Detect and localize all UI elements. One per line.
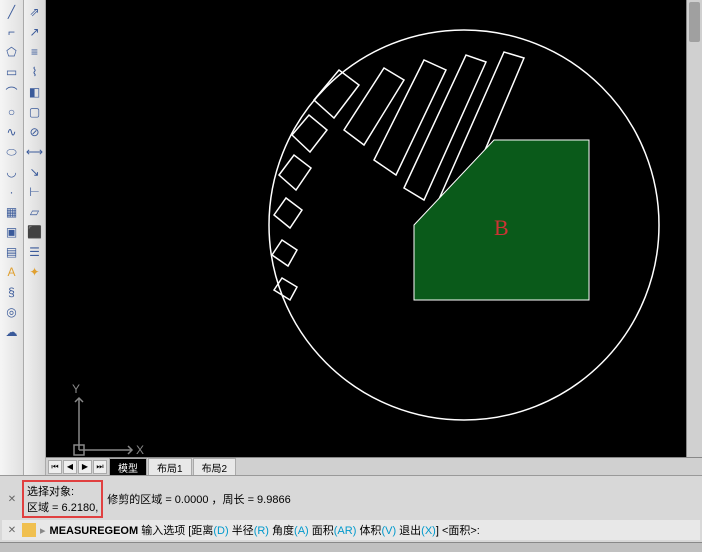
helix-tool-icon[interactable]: § xyxy=(3,283,21,301)
close-cmdline-icon[interactable]: ✕ xyxy=(6,493,18,505)
point-tool-icon[interactable]: · xyxy=(3,183,21,201)
svg-text:Y: Y xyxy=(72,382,80,396)
perimeter-text: ，周长 = 9.9866 xyxy=(212,494,291,506)
arc-tool-icon[interactable]: ⌒ xyxy=(3,83,21,101)
multiline-tool-icon[interactable]: ≡ xyxy=(26,43,44,61)
draw-toolbar: ╱ ⌐ ⬠ ▭ ⌒ ○ ∿ ⬭ ◡ · ▦ ▣ ▤ A § ◎ ☁ xyxy=(0,0,24,475)
close-cmdinput-icon[interactable]: ✕ xyxy=(6,524,18,536)
spline-tool-icon[interactable]: ∿ xyxy=(3,123,21,141)
command-name: MEASUREGEOM xyxy=(50,525,139,537)
gradient-tool-icon[interactable]: ◧ xyxy=(26,83,44,101)
highlighted-result: 选择对象: 区域 = 6.2180, xyxy=(22,480,103,518)
command-input[interactable] xyxy=(480,524,696,536)
trim-region-text: 修剪的区域 = 0.0000 xyxy=(107,494,208,506)
tab-model[interactable]: 模型 xyxy=(109,458,147,476)
layout-tabs-bar: ⏮ ◀ ▶ ⏭ 模型 布局1 布局2 xyxy=(46,457,702,475)
region-value: 6.2180 xyxy=(62,502,96,514)
modify-toolbar: ⇗ ↗ ≡ ⌇ ◧ ▢ ⊘ ⟷ ↘ ⊢ ▱ ⬛ ☰ ✦ xyxy=(24,0,46,475)
command-input-line: ✕ ▸ MEASUREGEOM 输入选项 [距离(D) 半径(R) 角度(A) … xyxy=(2,520,700,540)
ellipse-arc-tool-icon[interactable]: ◡ xyxy=(3,163,21,181)
polyline-tool-icon[interactable]: ⌐ xyxy=(3,23,21,41)
table-tool-icon[interactable]: ▤ xyxy=(3,243,21,261)
distance-tool-icon[interactable]: ⊢ xyxy=(26,183,44,201)
select-object-label: 选择对象: xyxy=(27,486,74,498)
area-tool-icon[interactable]: ▱ xyxy=(26,203,44,221)
drawing-content: B Y X xyxy=(46,0,702,475)
command-history-area: ✕ 选择对象: 区域 = 6.2180, 修剪的区域 = 0.0000 ，周长 … xyxy=(0,475,702,542)
3dpoly-tool-icon[interactable]: ⌇ xyxy=(26,63,44,81)
boundary-tool-icon[interactable]: ▢ xyxy=(26,103,44,121)
command-history-line: ✕ 选择对象: 区域 = 6.2180, 修剪的区域 = 0.0000 ，周长 … xyxy=(2,478,700,520)
tab-first-icon[interactable]: ⏮ xyxy=(48,460,62,474)
revcloud-tool-icon[interactable]: ☁ xyxy=(3,323,21,341)
tab-last-icon[interactable]: ⏭ xyxy=(93,460,107,474)
tab-next-icon[interactable]: ▶ xyxy=(78,460,92,474)
leader-tool-icon[interactable]: ↘ xyxy=(26,163,44,181)
command-text: MEASUREGEOM 输入选项 [距离(D) 半径(R) 角度(A) 面积(A… xyxy=(50,522,480,538)
line-tool-icon[interactable]: ╱ xyxy=(3,3,21,21)
tab-layout2[interactable]: 布局2 xyxy=(193,458,237,476)
vertical-scrollbar[interactable] xyxy=(686,0,702,457)
wipeout-tool-icon[interactable]: ⊘ xyxy=(26,123,44,141)
massprop-tool-icon[interactable]: ⬛ xyxy=(26,223,44,241)
tab-prev-icon[interactable]: ◀ xyxy=(63,460,77,474)
ray-tool-icon[interactable]: ↗ xyxy=(26,23,44,41)
svg-text:X: X xyxy=(136,443,144,457)
dimension-tool-icon[interactable]: ⟷ xyxy=(26,143,44,161)
tab-nav-controls: ⏮ ◀ ▶ ⏭ xyxy=(48,460,108,474)
tab-layout1[interactable]: 布局1 xyxy=(148,458,192,476)
status-bar xyxy=(0,542,702,552)
circle-tool-icon[interactable]: ○ xyxy=(3,103,21,121)
drawing-canvas[interactable]: B Y X ⏮ ◀ ▶ ⏭ 模型 布局1 布局2 xyxy=(46,0,702,475)
rectangle-tool-icon[interactable]: ▭ xyxy=(3,63,21,81)
region-prefix: 区域 = xyxy=(27,502,62,514)
hatch-tool-icon[interactable]: ▦ xyxy=(3,203,21,221)
donut-tool-icon[interactable]: ◎ xyxy=(3,303,21,321)
region-tool-icon[interactable]: ▣ xyxy=(3,223,21,241)
xline-tool-icon[interactable]: ⇗ xyxy=(26,3,44,21)
ellipse-tool-icon[interactable]: ⬭ xyxy=(3,143,21,161)
polygon-tool-icon[interactable]: ⬠ xyxy=(3,43,21,61)
mtext-tool-icon[interactable]: A xyxy=(3,263,21,281)
command-prompt-icon xyxy=(22,523,36,537)
id-point-tool-icon[interactable]: ✦ xyxy=(26,263,44,281)
label-b: B xyxy=(494,215,509,240)
list-tool-icon[interactable]: ☰ xyxy=(26,243,44,261)
